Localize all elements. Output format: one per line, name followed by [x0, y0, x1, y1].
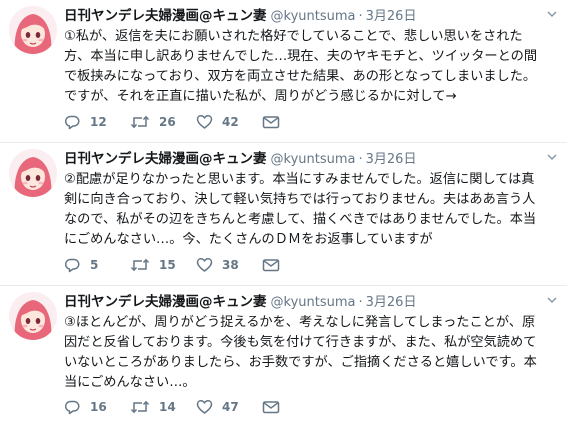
avatar[interactable] [9, 6, 57, 54]
heart-icon [196, 258, 213, 272]
tweet-text-line: にごめんなさい…。今、たくさんのＤＭをお返事していますが [64, 232, 433, 247]
reply-count: 5 [90, 258, 99, 272]
reply-icon [64, 115, 80, 130]
chevron-down-icon[interactable] [546, 8, 558, 20]
reply-count: 12 [90, 115, 107, 129]
reply-count: 16 [90, 400, 107, 414]
handle[interactable]: @kyuntsuma [271, 9, 356, 24]
mail-icon [262, 401, 280, 414]
tweet-text-line: いないところがありましたら、お手数ですが、ご指摘くださると嬉しいです。本 [64, 355, 537, 370]
tweet[interactable]: 日刊ヤンデレ夫婦漫画@キュン妻 @kyuntsuma · 3月26日 ③ほとんどが、周… [0, 286, 567, 427]
retweet-count: 15 [159, 258, 176, 272]
like-button[interactable]: 47 [196, 399, 262, 415]
timestamp[interactable]: 3月26日 [366, 295, 417, 310]
heart-icon [196, 115, 213, 129]
handle[interactable]: @kyuntsuma [271, 152, 356, 167]
direct-message-button[interactable] [262, 399, 282, 415]
tweet[interactable]: 日刊ヤンデレ夫婦漫画@キュン妻 @kyuntsuma · 3月26日 ②配慮が足りなか… [0, 143, 567, 286]
tweet-text-line: ですが、それを正直に描いた私が、周りがどう感じるかに対して→ [64, 89, 457, 104]
tweet-text-line: で板挟みになっており、双方を両立させた結果、あの形となってしまいました。 [64, 69, 537, 84]
like-count: 38 [222, 258, 239, 272]
handle[interactable]: @kyuntsuma [271, 295, 356, 310]
retweet-count: 14 [159, 400, 176, 414]
reply-button[interactable]: 12 [64, 114, 130, 130]
retweet-button[interactable]: 15 [130, 257, 196, 273]
mail-icon [262, 116, 280, 129]
retweet-button[interactable]: 26 [130, 114, 196, 130]
retweet-count: 26 [159, 115, 176, 129]
reply-icon [64, 400, 80, 415]
tweet-text-line: ①私が、返信を夫にお願いされた格好でしていることで、悲しい思いをされた [64, 29, 523, 44]
timeline: 日刊ヤンデレ夫婦漫画@キュン妻 @kyuntsuma · 3月26日 ①私が、返信を夫… [0, 0, 567, 427]
avatar-illustration [9, 149, 57, 197]
avatar[interactable] [9, 149, 57, 197]
timestamp[interactable]: 3月26日 [366, 152, 417, 167]
tweet-text: ③ほとんどが、周りがどう捉えるかを、考えなしに発言してしまったことが、原 因だと… [64, 313, 561, 393]
separator: · [358, 152, 363, 167]
retweet-icon [130, 258, 150, 272]
chevron-down-icon[interactable] [546, 151, 558, 163]
reply-button[interactable]: 16 [64, 399, 130, 415]
avatar-illustration [9, 292, 57, 340]
tweet-actions: 5 15 38 [64, 256, 282, 274]
direct-message-button[interactable] [262, 257, 282, 273]
avatar[interactable] [9, 292, 57, 340]
tweet-text-line: ③ほとんどが、周りがどう捉えるかを、考えなしに発言してしまったことが、原 [64, 315, 536, 330]
tweet-header: 日刊ヤンデレ夫婦漫画@キュン妻 @kyuntsuma · 3月26日 [64, 149, 561, 169]
chevron-down-icon[interactable] [546, 294, 558, 306]
tweet[interactable]: 日刊ヤンデレ夫婦漫画@キュン妻 @kyuntsuma · 3月26日 ①私が、返信を夫… [0, 0, 567, 143]
separator: · [358, 295, 363, 310]
like-count: 42 [222, 115, 239, 129]
tweet-header: 日刊ヤンデレ夫婦漫画@キュン妻 @kyuntsuma · 3月26日 [64, 6, 561, 26]
tweet-content: 日刊ヤンデレ夫婦漫画@キュン妻 @kyuntsuma · 3月26日 ②配慮が足りなか… [64, 149, 561, 250]
mail-icon [262, 259, 280, 272]
retweet-icon [130, 115, 150, 129]
tweet-text-line: 因だと反省しております。今後も気を付けて行きますが、また、私が空気読めて [64, 335, 537, 350]
retweet-icon [130, 400, 150, 414]
tweet-text-line: 方、本当に申し訳ありませんでした…現在、夫のヤキモチと、ツイッターとの間 [64, 49, 538, 64]
tweet-text: ②配慮が足りなかったと思います。本当にすみませんでした。返信に関しては真 剣に向… [64, 170, 561, 250]
reply-button[interactable]: 5 [64, 257, 130, 273]
like-button[interactable]: 42 [196, 114, 262, 130]
direct-message-button[interactable] [262, 114, 282, 130]
tweet-text-line: 剣に向き合っており、決して軽い気持ちでは行っておりません。夫はああ言う人 [64, 192, 536, 207]
timestamp[interactable]: 3月26日 [366, 9, 417, 24]
tweet-text-line: ②配慮が足りなかったと思います。本当にすみませんでした。返信に関しては真 [64, 172, 535, 187]
tweet-text-line: なので、私がその辺をきちんと考慮して、描くべきではありませんでした。本当 [64, 212, 537, 227]
display-name[interactable]: 日刊ヤンデレ夫婦漫画@キュン妻 [64, 294, 267, 310]
retweet-button[interactable]: 14 [130, 399, 196, 415]
display-name[interactable]: 日刊ヤンデレ夫婦漫画@キュン妻 [64, 151, 267, 167]
reply-icon [64, 258, 80, 273]
avatar-illustration [9, 6, 57, 54]
display-name[interactable]: 日刊ヤンデレ夫婦漫画@キュン妻 [64, 8, 267, 24]
tweet-actions: 12 26 42 [64, 113, 282, 131]
tweet-content: 日刊ヤンデレ夫婦漫画@キュン妻 @kyuntsuma · 3月26日 ③ほとんどが、周… [64, 292, 561, 393]
tweet-actions: 16 14 47 [64, 398, 282, 416]
like-count: 47 [222, 400, 239, 414]
tweet-text-line: 当にごめんなさい…。 [64, 375, 196, 390]
tweet-text: ①私が、返信を夫にお願いされた格好でしていることで、悲しい思いをされた 方、本当… [64, 27, 561, 107]
tweet-content: 日刊ヤンデレ夫婦漫画@キュン妻 @kyuntsuma · 3月26日 ①私が、返信を夫… [64, 6, 561, 107]
separator: · [358, 9, 363, 24]
heart-icon [196, 400, 213, 414]
tweet-header: 日刊ヤンデレ夫婦漫画@キュン妻 @kyuntsuma · 3月26日 [64, 292, 561, 312]
like-button[interactable]: 38 [196, 257, 262, 273]
